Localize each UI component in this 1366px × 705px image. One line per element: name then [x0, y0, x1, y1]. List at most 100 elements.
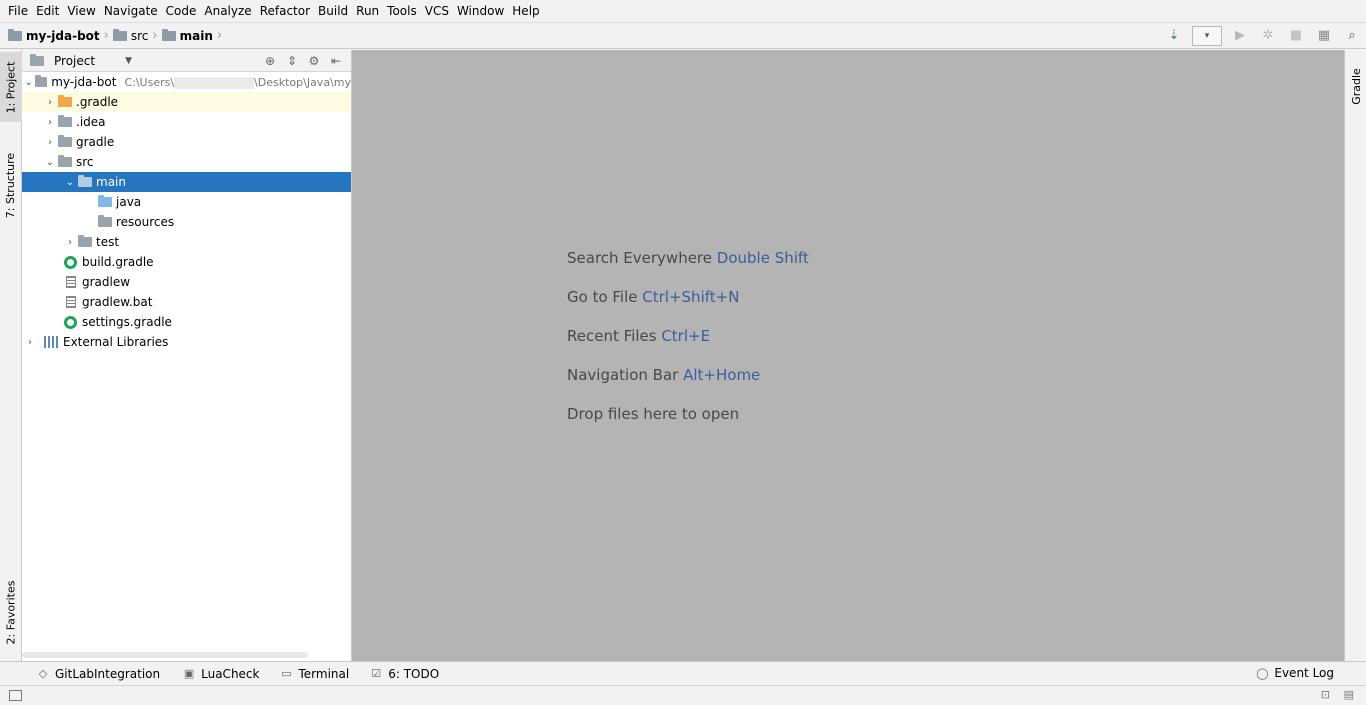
project-folder-icon: [8, 28, 22, 41]
project-structure-icon[interactable]: ▦: [1313, 26, 1335, 46]
tool-windows-toggle-icon[interactable]: [9, 690, 22, 701]
module-folder-icon: [35, 75, 48, 87]
left-tool-strip: 1: Project 7: Structure 2: Favorites: [0, 50, 22, 661]
hint-recent-files: Recent Files Ctrl+E: [567, 327, 711, 345]
folder-icon: [161, 28, 176, 41]
chevron-right-icon[interactable]: ›: [42, 92, 58, 112]
chevron-right-icon[interactable]: ›: [42, 132, 58, 152]
main-toolbar: ⇣ ▾ ▶ ✲ ■ ▦ ⌕: [1160, 23, 1366, 48]
search-icon[interactable]: ⌕: [1341, 26, 1363, 46]
redacted-path: [174, 76, 255, 89]
tree-item-java[interactable]: java: [22, 192, 351, 212]
chevron-down-icon[interactable]: ⌄: [42, 152, 58, 172]
resources-folder-icon: [98, 215, 112, 227]
tree-item-external-libraries[interactable]: › External Libraries: [22, 332, 351, 352]
right-tool-strip: Gradle: [1344, 50, 1366, 661]
stop-icon[interactable]: ■: [1285, 26, 1307, 46]
tree-item-gradle[interactable]: › gradle: [22, 132, 351, 152]
event-log-icon: ◯: [1256, 666, 1269, 680]
chevron-down-icon[interactable]: ▼: [125, 56, 132, 66]
run-icon[interactable]: ▶: [1229, 26, 1251, 46]
tree-item-gradlew-bat[interactable]: gradlew.bat: [22, 292, 351, 312]
hint-go-to-file: Go to File Ctrl+Shift+N: [567, 288, 740, 306]
build-project-icon[interactable]: ⇣: [1163, 26, 1185, 46]
breadcrumb-separator-icon: ›: [103, 28, 109, 43]
menu-vcs[interactable]: VCS: [421, 0, 453, 22]
source-folder-icon: [98, 195, 112, 207]
tree-item-test[interactable]: › test: [22, 232, 351, 252]
breadcrumb-src[interactable]: src ›: [112, 23, 162, 48]
project-view-icon: [30, 53, 44, 66]
bottom-tool-bar: ◇ GitLabIntegration ▣ LuaCheck ▭ Termina…: [0, 661, 1366, 685]
tab-gradle[interactable]: Gradle: [1345, 56, 1366, 116]
breadcrumb-project[interactable]: my-jda-bot ›: [8, 23, 113, 48]
text-file-icon: [66, 276, 76, 288]
horizontal-scrollbar[interactable]: [22, 652, 308, 658]
menu-bar: File Edit View Navigate Code Analyze Ref…: [0, 0, 1366, 22]
tree-item-root[interactable]: ⌄ my-jda-bot C:\Users\ \Desktop\Java\my: [22, 72, 351, 92]
tree-item-gradlew[interactable]: gradlew: [22, 272, 351, 292]
breadcrumb-separator-icon: ›: [216, 28, 223, 43]
tree-item-build-gradle[interactable]: build.gradle: [22, 252, 351, 272]
chevron-right-icon[interactable]: ›: [22, 332, 38, 352]
menu-code[interactable]: Code: [162, 0, 201, 22]
tree-item-src[interactable]: ⌄ src: [22, 152, 351, 172]
project-view-selector[interactable]: Project: [54, 54, 95, 68]
hint-navigation-bar: Navigation Bar Alt+Home: [567, 366, 761, 384]
menu-navigate[interactable]: Navigate: [100, 0, 162, 22]
hint-search-everywhere: Search Everywhere Double Shift: [567, 249, 809, 267]
tree-item-main[interactable]: ⌄ main: [22, 172, 351, 192]
text-file-icon: [66, 296, 76, 308]
project-path: C:\Users\ \Desktop\Java\my: [124, 75, 351, 89]
tab-todo[interactable]: ☑ 6: TODO: [369, 667, 439, 681]
hide-panel-icon[interactable]: ⇤: [327, 52, 345, 70]
tree-item-resources[interactable]: resources: [22, 212, 351, 232]
tree-item-settings-gradle[interactable]: settings.gradle: [22, 312, 351, 332]
lock-icon[interactable]: ⊡: [1321, 688, 1330, 701]
tab-project[interactable]: 1: Project: [0, 52, 22, 122]
folder-icon: [58, 155, 72, 167]
tab-terminal[interactable]: ▭ Terminal: [279, 667, 349, 681]
menu-analyze[interactable]: Analyze: [200, 0, 255, 22]
breadcrumb-main[interactable]: main ›: [161, 23, 226, 48]
menu-edit[interactable]: Edit: [32, 0, 63, 22]
tree-item-idea[interactable]: › .idea: [22, 112, 351, 132]
tree-item-gradle-cache[interactable]: › .gradle: [22, 92, 351, 112]
tab-favorites[interactable]: 2: Favorites: [0, 570, 22, 655]
project-panel-header: Project ▼ ⊕ ⇕ ⚙ ⇤: [22, 50, 351, 72]
editor-empty-area: Search Everywhere Double Shift Go to Fil…: [352, 50, 1344, 661]
tab-gitlab-integration[interactable]: ◇ GitLabIntegration: [36, 667, 160, 681]
collapse-all-icon[interactable]: ⇕: [283, 52, 301, 70]
luacheck-icon: ▣: [183, 667, 195, 680]
terminal-icon: ▭: [281, 667, 292, 680]
menu-build[interactable]: Build: [314, 0, 352, 22]
menu-window[interactable]: Window: [453, 0, 508, 22]
chevron-down-icon[interactable]: ⌄: [62, 172, 78, 192]
locate-icon[interactable]: ⊕: [261, 52, 279, 70]
gradle-file-icon: [64, 255, 77, 269]
notifications-icon[interactable]: ▤: [1344, 688, 1354, 701]
chevron-right-icon[interactable]: ›: [62, 232, 78, 252]
folder-icon: [58, 115, 72, 127]
tab-structure[interactable]: 7: Structure: [0, 140, 22, 230]
menu-tools[interactable]: Tools: [383, 0, 421, 22]
library-icon: [44, 336, 58, 348]
tab-luacheck[interactable]: ▣ LuaCheck: [182, 667, 260, 681]
menu-view[interactable]: View: [63, 0, 99, 22]
excluded-folder-icon: [58, 95, 72, 107]
editor-hints: Search Everywhere Double Shift Go to Fil…: [567, 248, 809, 443]
run-config-dropdown[interactable]: ▾: [1192, 25, 1222, 46]
menu-help[interactable]: Help: [508, 0, 543, 22]
status-bar: ⊡ ▤: [0, 685, 1366, 705]
chevron-right-icon[interactable]: ›: [42, 112, 58, 132]
gear-icon[interactable]: ⚙: [305, 52, 323, 70]
breadcrumb-separator-icon: ›: [152, 28, 158, 43]
tab-event-log[interactable]: ◯ Event Log: [1255, 666, 1334, 680]
hint-drop-files: Drop files here to open: [567, 405, 740, 423]
debug-icon[interactable]: ✲: [1257, 26, 1279, 46]
menu-run[interactable]: Run: [352, 0, 383, 22]
menu-refactor[interactable]: Refactor: [256, 0, 314, 22]
chevron-down-icon[interactable]: ⌄: [22, 72, 35, 92]
folder-icon: [58, 135, 72, 147]
menu-file[interactable]: File: [4, 0, 32, 22]
